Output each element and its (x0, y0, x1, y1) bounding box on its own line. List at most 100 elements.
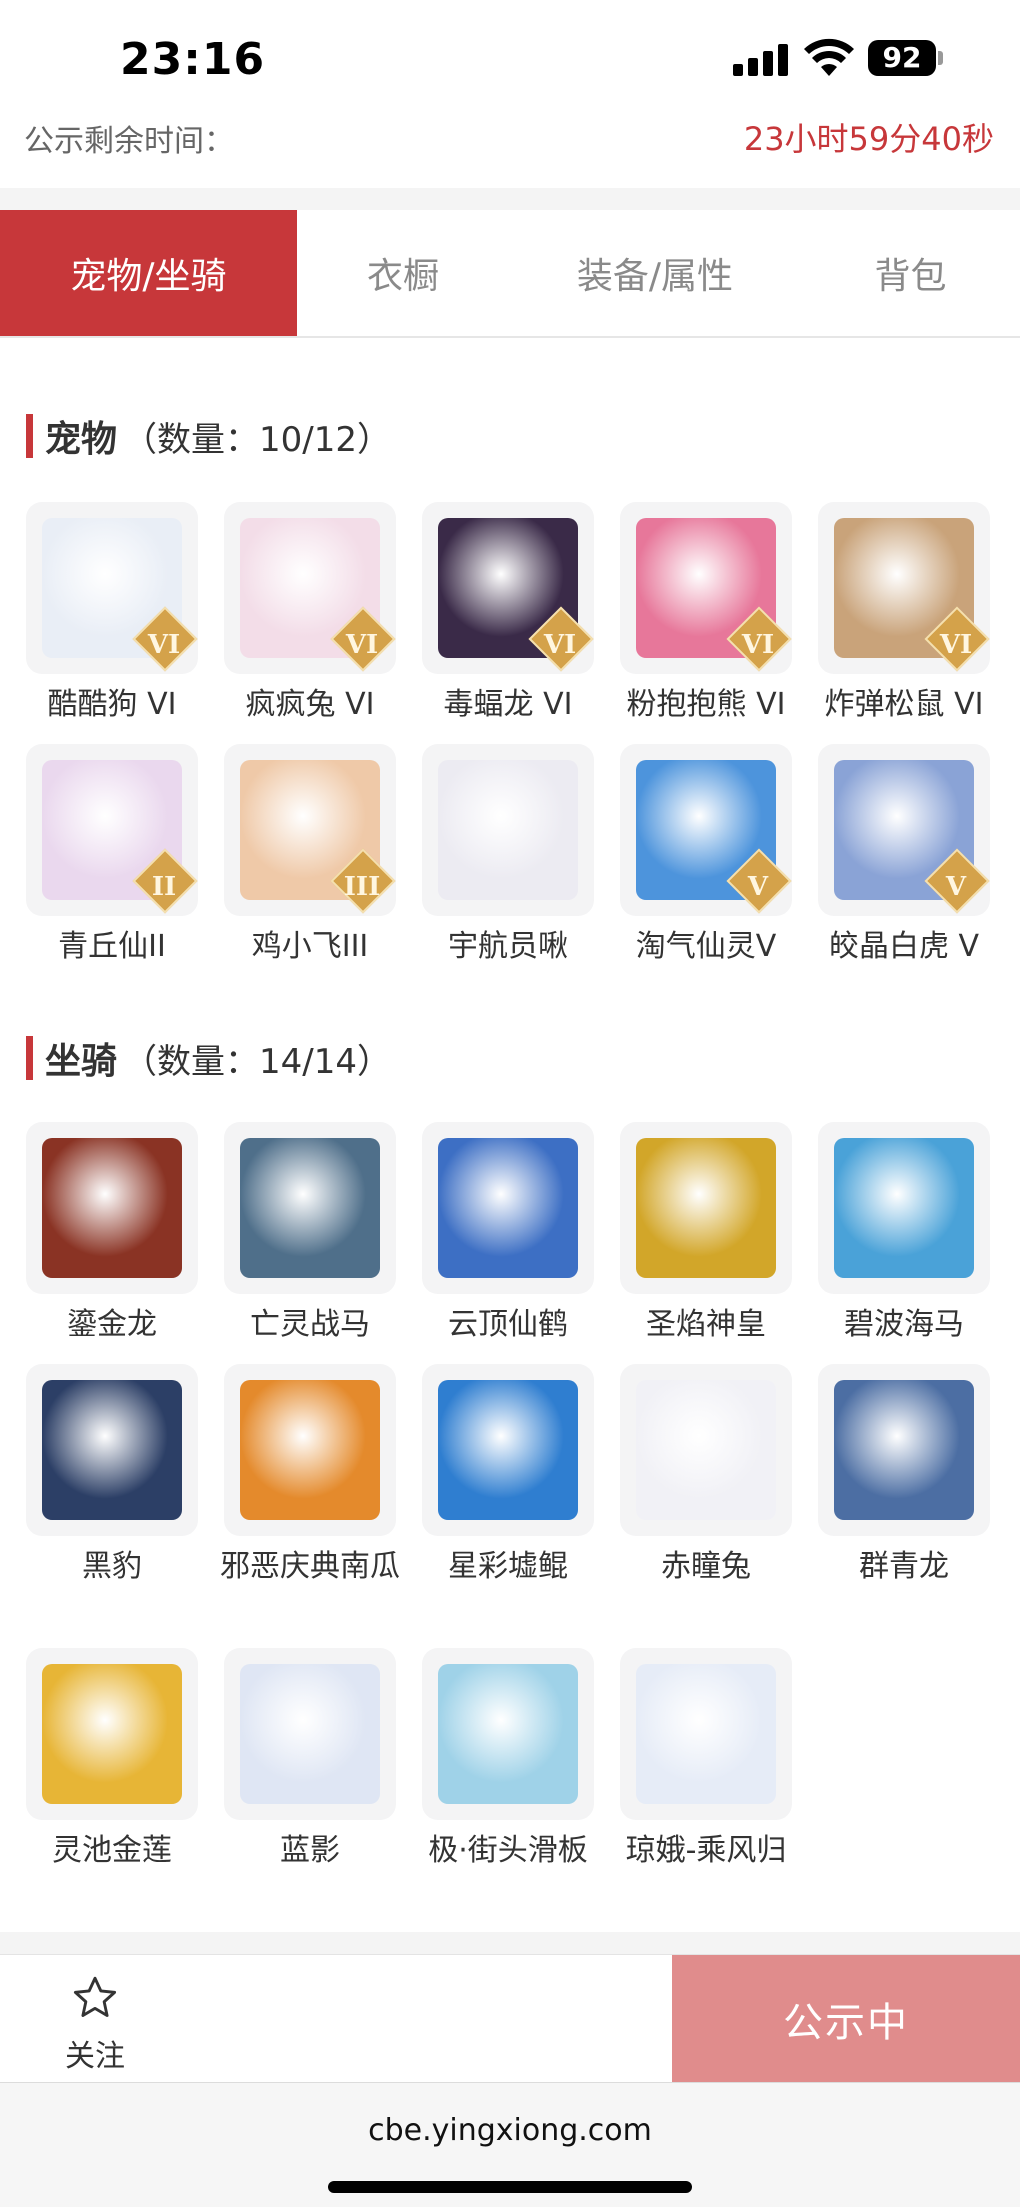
pet-card[interactable]: V 淘气仙灵V (620, 744, 792, 968)
item-name: 赤瞳兔 (661, 1549, 751, 1584)
mount-card[interactable]: 碧波海马 (818, 1122, 990, 1346)
item-name: 邪恶庆典南瓜 (220, 1549, 400, 1584)
grade-badge-text: II (151, 872, 177, 902)
mount-card[interactable]: 圣焰神皇 (620, 1122, 792, 1346)
item-name: 粉抱抱熊 VI (626, 687, 786, 722)
grade-badge-text: VI (345, 630, 379, 660)
mount-card[interactable]: 灵池金莲 (26, 1648, 198, 1872)
item-thumbnail (26, 1122, 198, 1294)
item-name: 极·街头滑板 (428, 1833, 588, 1868)
item-thumbnail: VI (26, 502, 198, 674)
mounts-count: （数量：14/14） (123, 1041, 391, 1082)
pet-card[interactable]: VI 粉抱抱熊 VI (620, 502, 792, 726)
item-thumbnail (224, 1648, 396, 1820)
mount-card[interactable]: 黑豹 (26, 1364, 198, 1588)
item-thumbnail (620, 1364, 792, 1536)
battery-tip (938, 51, 943, 65)
item-name: 毒蝠龙 VI (443, 687, 573, 722)
star-icon (73, 1976, 117, 2017)
item-thumbnail: VI (620, 502, 792, 674)
pet-card[interactable]: 宇航员啾 (422, 744, 594, 968)
item-name: 疯疯兔 VI (245, 687, 375, 722)
mounts-title: 坐骑 (45, 1041, 118, 1082)
item-thumbnail (422, 744, 594, 916)
ice-tiger-icon (240, 1664, 380, 1804)
mount-card[interactable]: 云顶仙鹤 (422, 1122, 594, 1346)
item-name: 亡灵战马 (250, 1307, 370, 1342)
follow-label: 关注 (65, 2039, 125, 2074)
home-indicator[interactable] (328, 2181, 692, 2193)
item-thumbnail (224, 1364, 396, 1536)
mount-card[interactable]: 极·街头滑板 (422, 1648, 594, 1872)
item-thumbnail (818, 1122, 990, 1294)
wifi-icon (804, 38, 854, 76)
pet-card[interactable]: VI 酷酷狗 VI (26, 502, 198, 726)
pet-card[interactable]: VI 毒蝠龙 VI (422, 502, 594, 726)
item-name: 宇航员啾 (448, 929, 568, 964)
mount-card[interactable]: 群青龙 (818, 1364, 990, 1588)
astronaut-cow-icon (438, 760, 578, 900)
item-thumbnail (224, 1122, 396, 1294)
skateboard-icon (438, 1664, 578, 1804)
item-name: 酷酷狗 VI (47, 687, 177, 722)
item-thumbnail: II (26, 744, 198, 916)
pets-section-title: 宠物 （数量：10/12） (26, 410, 391, 462)
tab-equipment-attributes[interactable]: 装备/属性 (509, 210, 801, 336)
countdown-value: 23小时59分40秒 (743, 120, 994, 158)
pets-title: 宠物 (45, 419, 118, 460)
item-name: 圣焰神皇 (646, 1307, 766, 1342)
countdown-label: 公示剩余时间： (24, 124, 234, 159)
white-rabbit-icon (636, 1380, 776, 1520)
pets-count: （数量：10/12） (123, 419, 391, 460)
pet-card[interactable]: II 青丘仙II (26, 744, 198, 968)
pet-card[interactable]: VI 炸弹松鼠 VI (818, 502, 990, 726)
mount-card[interactable]: 赤瞳兔 (620, 1364, 792, 1588)
item-name: 青丘仙II (58, 929, 166, 964)
pet-card[interactable]: III 鸡小飞III (224, 744, 396, 968)
mount-card[interactable]: 鎏金龙 (26, 1122, 198, 1346)
item-name: 蓝影 (280, 1833, 340, 1868)
status-bar: 23:16 92 (0, 0, 1020, 110)
mount-card[interactable]: 亡灵战马 (224, 1122, 396, 1346)
item-thumbnail: III (224, 744, 396, 916)
whale-icon (438, 1380, 578, 1520)
azure-dragon-icon (834, 1380, 974, 1520)
mount-card[interactable]: 星彩墟鲲 (422, 1364, 594, 1588)
item-thumbnail (620, 1648, 792, 1820)
action-bar: 关注 公示中 (0, 1954, 1020, 2083)
countdown-row: 公示剩余时间： 23小时59分40秒 (0, 110, 1020, 190)
item-thumbnail: V (620, 744, 792, 916)
grade-badge-text: VI (939, 630, 973, 660)
item-name: 黑豹 (82, 1549, 142, 1584)
pumpkin-icon (240, 1380, 380, 1520)
panther-icon (42, 1380, 182, 1520)
tab-pets-mounts[interactable]: 宠物/坐骑 (0, 210, 297, 336)
item-thumbnail (26, 1648, 198, 1820)
url-bar[interactable]: cbe.yingxiong.com (0, 2113, 1020, 2148)
follow-button[interactable]: 关注 (40, 1973, 150, 2075)
item-name: 鎏金龙 (67, 1307, 157, 1342)
item-name: 淘气仙灵V (635, 929, 777, 964)
cellular-signal-icon (733, 44, 789, 76)
divider-band (0, 1932, 1020, 1954)
mount-card[interactable]: 邪恶庆典南瓜 (220, 1364, 400, 1588)
grade-badge-text: VI (543, 630, 577, 660)
grade-badge-text: VI (147, 630, 181, 660)
pet-card[interactable]: VI 疯疯兔 VI (224, 502, 396, 726)
divider-band (0, 188, 1020, 210)
item-name: 碧波海马 (844, 1307, 964, 1342)
tab-backpack[interactable]: 背包 (801, 210, 1020, 336)
mounts-section-title: 坐骑 （数量：14/14） (26, 1032, 391, 1084)
status-time: 23:16 (120, 34, 266, 85)
phoenix-icon (636, 1138, 776, 1278)
mount-card[interactable]: 琼娥-乘风归 (620, 1648, 792, 1872)
item-name: 灵池金莲 (52, 1833, 172, 1868)
item-thumbnail (422, 1122, 594, 1294)
tab-wardrobe[interactable]: 衣橱 (297, 210, 509, 336)
mount-card[interactable]: 蓝影 (224, 1648, 396, 1872)
public-notice-status-button[interactable]: 公示中 (672, 1955, 1020, 2083)
item-thumbnail (422, 1648, 594, 1820)
pet-card[interactable]: V 皎晶白虎 V (818, 744, 990, 968)
browser-footer: cbe.yingxiong.com (0, 2082, 1020, 2207)
section-accent-bar (26, 1036, 33, 1080)
